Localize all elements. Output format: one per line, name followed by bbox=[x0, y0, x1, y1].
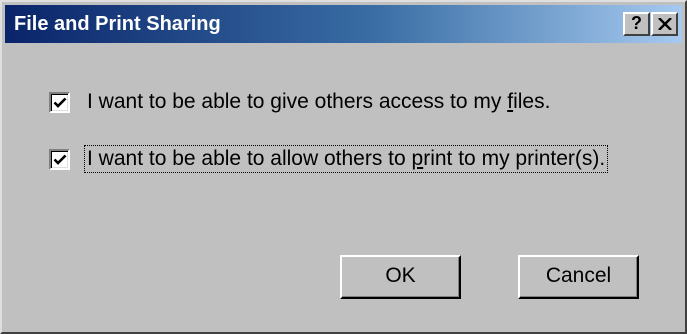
help-icon: ? bbox=[631, 13, 642, 33]
share-printers-option[interactable]: I want to be able to allow others to pri… bbox=[49, 145, 609, 173]
cancel-button[interactable]: Cancel bbox=[518, 255, 639, 299]
checkmark-icon bbox=[53, 97, 67, 108]
file-print-sharing-dialog: File and Print Sharing ? I want to be ab… bbox=[0, 0, 687, 334]
share-files-option[interactable]: I want to be able to give others access … bbox=[49, 89, 553, 115]
ok-button[interactable]: OK bbox=[340, 255, 461, 299]
close-icon bbox=[658, 18, 672, 30]
window-title: File and Print Sharing bbox=[14, 13, 221, 35]
share-files-label[interactable]: I want to be able to give others access … bbox=[84, 88, 553, 116]
share-printers-checkbox[interactable] bbox=[49, 148, 70, 170]
title-bar[interactable]: File and Print Sharing ? bbox=[5, 5, 682, 43]
share-printers-label[interactable]: I want to be able to allow others to pri… bbox=[84, 145, 609, 173]
help-button[interactable]: ? bbox=[623, 12, 650, 36]
checkmark-icon bbox=[53, 154, 67, 165]
close-button[interactable] bbox=[651, 12, 678, 36]
share-files-checkbox[interactable] bbox=[49, 91, 70, 113]
